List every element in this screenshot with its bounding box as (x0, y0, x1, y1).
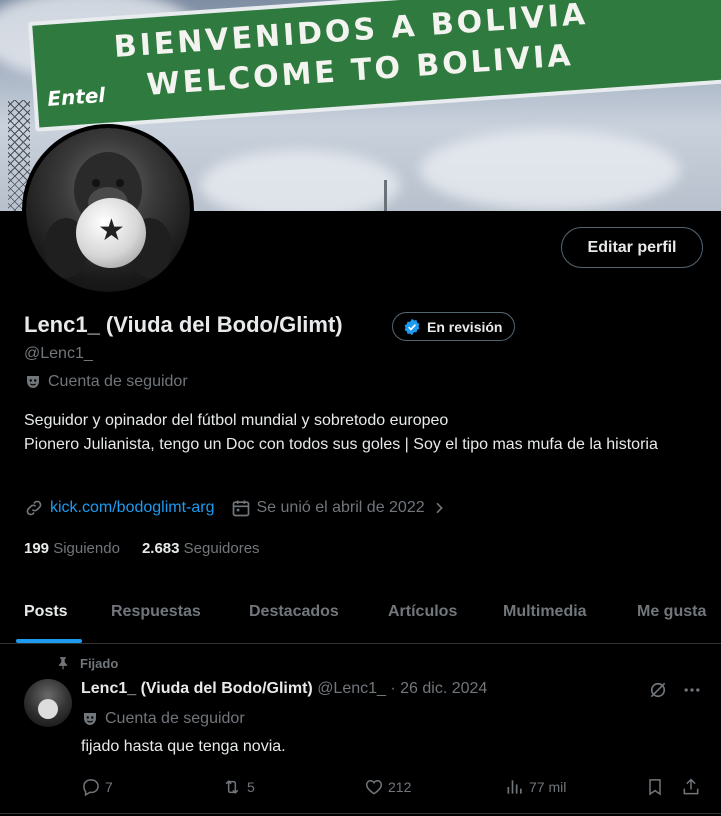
profile-avatar[interactable]: ★ (22, 124, 194, 296)
post-text: fijado hasta que tenga novia. (81, 738, 286, 755)
post-actions: 7 5 212 77 mil (81, 777, 706, 799)
pinned-label: Fijado (80, 655, 119, 671)
account-type: Cuenta de seguidor (24, 373, 188, 391)
verification-badge-button[interactable]: En revisión (392, 312, 516, 341)
profile-meta: kick.com/bodoglimt-arg Se unió el abril … (24, 498, 447, 518)
followers-label: Seguidores (183, 540, 260, 557)
masks-icon (84, 713, 96, 725)
analytics-icon (507, 780, 522, 794)
grok-icon[interactable] (648, 680, 668, 700)
post-meta[interactable]: @Lenc1_ · 26 dic. 2024 (317, 680, 487, 697)
verified-icon (404, 318, 420, 335)
tab-articles[interactable]: Artículos (388, 603, 457, 621)
following-stat[interactable]: 199 Siguiendo (24, 540, 120, 557)
post-avatar[interactable] (24, 679, 72, 727)
profile-handle: @Lenc1_ (24, 345, 93, 362)
football-icon: ★ (76, 198, 146, 268)
sign-brand: Entel (46, 82, 106, 111)
views-count: 77 mil (529, 779, 567, 795)
football-icon (38, 699, 58, 719)
tab-posts[interactable]: Posts (24, 603, 68, 621)
bookmark-icon (649, 779, 661, 796)
bio-line: Pionero Julianista, tengo un Doc con tod… (24, 436, 658, 453)
profile-link[interactable]: kick.com/bodoglimt-arg (50, 499, 215, 517)
account-type-label: Cuenta de seguidor (48, 373, 188, 390)
tab-media[interactable]: Multimedia (503, 603, 587, 621)
post-top-actions (648, 680, 702, 700)
repost-icon (225, 780, 239, 794)
like-button[interactable]: 212 (364, 777, 411, 797)
followers-count: 2.683 (141, 540, 180, 557)
banner-pole (384, 180, 387, 211)
post-header: Lenc1_ (Viuda del Bodo/Glimt) @Lenc1_ · … (81, 680, 487, 698)
chevron-right-icon[interactable] (431, 499, 447, 517)
banner-cloud (200, 150, 400, 211)
repost-button[interactable]: 5 (221, 777, 255, 797)
reply-count: 7 (105, 779, 113, 795)
following-count: 199 (24, 540, 50, 557)
pinned-indicator: Fijado (56, 655, 118, 671)
profile-bio: Seguidor y opinador del fútbol mundial y… (24, 409, 704, 457)
edit-profile-button[interactable]: Editar perfil (561, 227, 703, 268)
like-count: 212 (388, 779, 412, 795)
follow-stats: 199 Siguiendo 2.683 Seguidores (24, 540, 260, 557)
followers-stat[interactable]: 2.683 Seguidores (142, 540, 260, 557)
views-button[interactable]: 77 mil (505, 777, 566, 797)
post-author-name[interactable]: Lenc1_ (Viuda del Bodo/Glimt) (81, 680, 313, 697)
reply-icon (83, 779, 99, 797)
heart-icon (365, 779, 383, 795)
link-icon (26, 500, 42, 516)
reply-button[interactable]: 7 (81, 777, 113, 797)
active-tab-indicator (16, 639, 82, 643)
share-button[interactable] (681, 777, 701, 797)
post-account-type: Cuenta de seguidor (81, 710, 245, 728)
profile-name: Lenc1_ (Viuda del Bodo/Glimt) (24, 312, 343, 337)
welcome-sign: Entel BIENVENIDOS A BOLIVIA WELCOME TO B… (28, 0, 721, 132)
post-account-type-label: Cuenta de seguidor (105, 710, 245, 727)
following-label: Siguiendo (53, 540, 120, 557)
tab-likes[interactable]: Me gusta (637, 603, 706, 621)
verification-label: En revisión (427, 318, 503, 335)
tab-highlights[interactable]: Destacados (249, 603, 339, 621)
pin-icon (58, 657, 68, 670)
profile-tabs: Posts Respuestas Destacados Artículos Mu… (0, 582, 721, 644)
masks-icon (27, 376, 39, 388)
more-options-icon[interactable] (682, 680, 702, 700)
repost-count: 5 (247, 779, 255, 795)
tab-replies[interactable]: Respuestas (111, 603, 201, 621)
divider (0, 813, 721, 814)
calendar-icon (232, 500, 249, 517)
joined-date: Se unió el abril de 2022 (256, 499, 425, 516)
bookmark-button[interactable] (645, 777, 665, 797)
avatar-image: ★ (26, 128, 190, 292)
share-icon (683, 778, 699, 795)
bio-line: Seguidor y opinador del fútbol mundial y… (24, 412, 449, 429)
banner-cloud (420, 130, 680, 210)
